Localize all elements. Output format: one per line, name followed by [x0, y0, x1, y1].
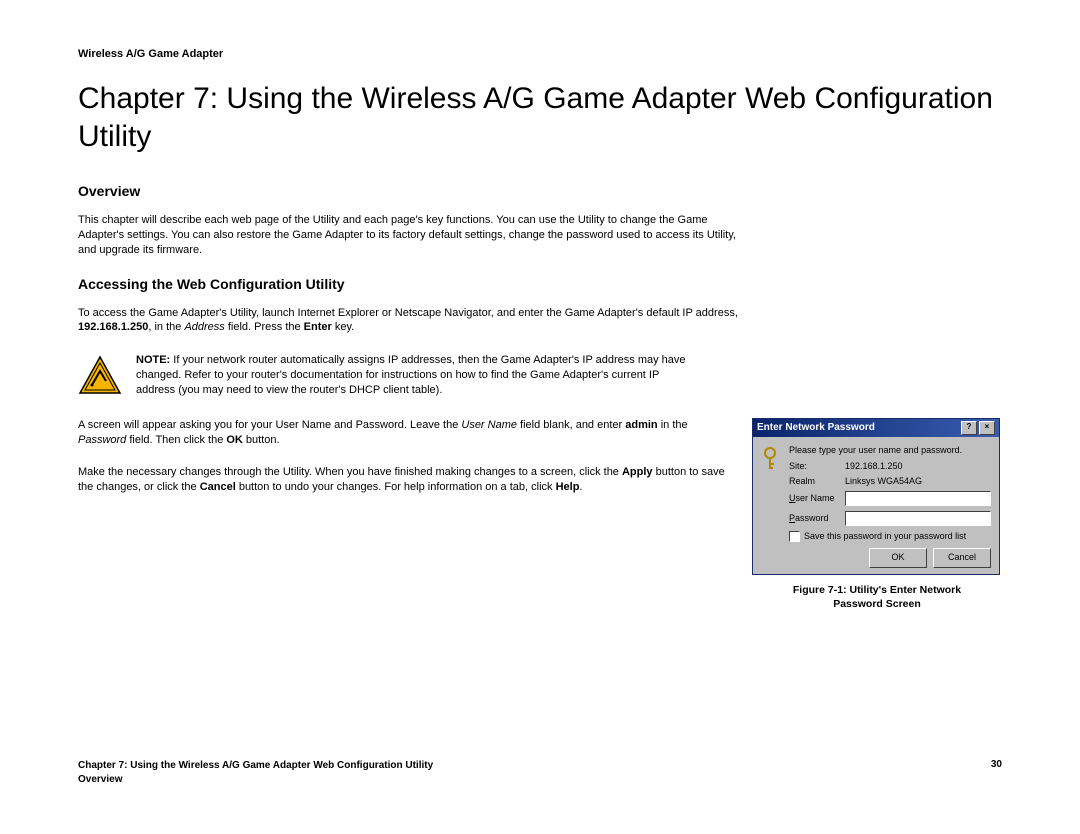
dialog-save-password-label: Save this password in your password list [804, 531, 966, 541]
section-overview-heading: Overview [78, 183, 1002, 199]
dialog-site-label: Site: [789, 461, 845, 471]
dialog-realm-label: Realm [789, 476, 845, 486]
note-block: NOTE: If your network router automatical… [78, 353, 698, 398]
dialog-close-button[interactable]: × [979, 421, 995, 435]
running-header: Wireless A/G Game Adapter [78, 48, 1002, 60]
dialog-message: Please type your user name and password. [789, 445, 991, 455]
accessing-paragraph-3: Make the necessary changes through the U… [78, 465, 726, 495]
enter-network-password-dialog: Enter Network Password ? × [752, 418, 1000, 575]
note-text: NOTE: If your network router automatical… [136, 353, 698, 398]
warning-triangle-icon [78, 355, 122, 395]
accessing-paragraph-2: A screen will appear asking you for your… [78, 418, 726, 448]
dialog-password-label: Password [789, 513, 845, 523]
dialog-password-input[interactable] [845, 511, 991, 526]
section-accessing-heading: Accessing the Web Configuration Utility [78, 276, 1002, 292]
chapter-title: Chapter 7: Using the Wireless A/G Game A… [78, 80, 1002, 155]
key-icon [761, 445, 783, 475]
dialog-username-input[interactable] [845, 491, 991, 506]
footer-section: Overview [78, 773, 433, 787]
dialog-username-label: User Name [789, 493, 845, 503]
dialog-save-password-checkbox[interactable] [789, 531, 800, 542]
footer-page-number: 30 [991, 759, 1002, 770]
dialog-help-button[interactable]: ? [961, 421, 977, 435]
dialog-realm-value: Linksys WGA54AG [845, 476, 991, 486]
figure-caption: Figure 7-1: Utility's Enter Network Pass… [752, 583, 1002, 611]
dialog-ok-button[interactable]: OK [869, 548, 927, 568]
dialog-site-value: 192.168.1.250 [845, 461, 991, 471]
page-footer: Chapter 7: Using the Wireless A/G Game A… [78, 759, 1002, 786]
overview-paragraph: This chapter will describe each web page… [78, 213, 738, 258]
accessing-paragraph-1: To access the Game Adapter's Utility, la… [78, 306, 738, 336]
footer-chapter: Chapter 7: Using the Wireless A/G Game A… [78, 759, 433, 773]
dialog-cancel-button[interactable]: Cancel [933, 548, 991, 568]
dialog-title-text: Enter Network Password [757, 422, 875, 433]
dialog-titlebar: Enter Network Password ? × [753, 419, 999, 437]
